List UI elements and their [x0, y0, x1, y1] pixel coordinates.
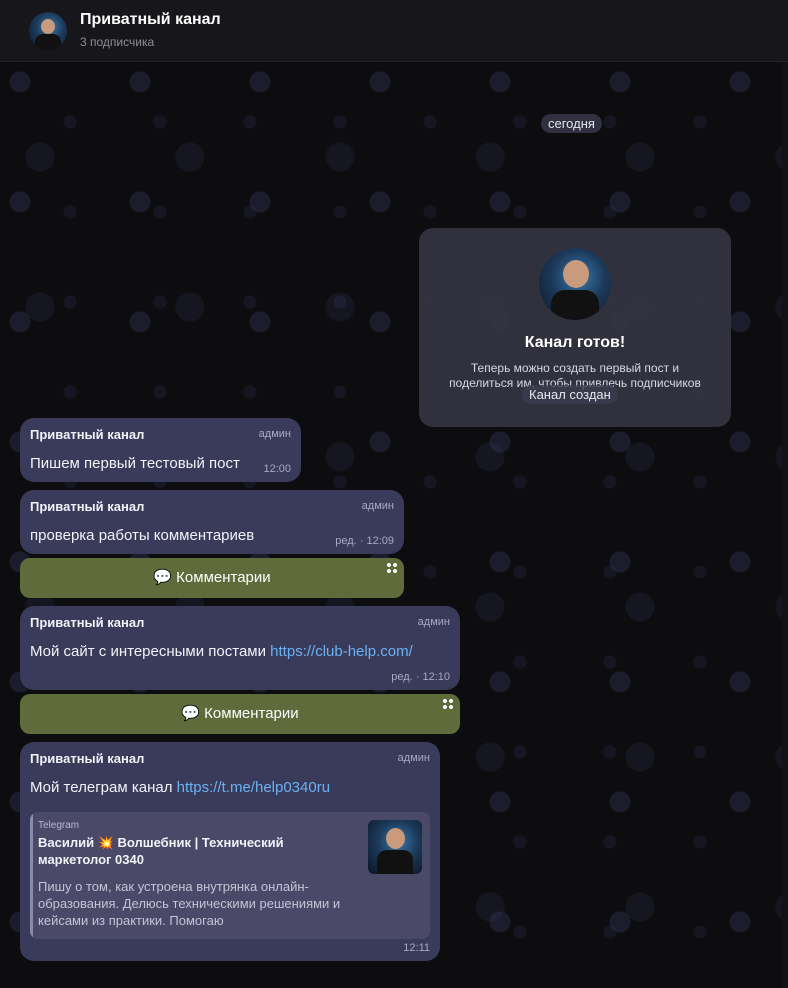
link-preview[interactable]: Telegram Василий 💥 Волшебник | Техническ…: [30, 812, 430, 939]
message-text: Мой телеграм канал https://t.me/help0340…: [30, 779, 330, 796]
message-link[interactable]: https://club-help.com/: [270, 643, 413, 660]
grid-icon: [387, 563, 397, 573]
message-text: проверка работы комментариев: [30, 527, 255, 544]
message-bubble[interactable]: Приватный канал админ Мой телеграм канал…: [20, 742, 440, 961]
message-text: Мой сайт с интересными постами https://c…: [30, 643, 413, 660]
message-author: Приватный канал: [30, 499, 145, 514]
channel-ready-title: Канал готов!: [524, 334, 626, 351]
date-badge: сегодня: [541, 114, 602, 133]
message-author: Приватный канал: [30, 615, 145, 630]
comments-button[interactable]: 💬 Комментарии: [20, 694, 460, 734]
message-text-prefix: Мой телеграм канал: [30, 779, 177, 796]
message-time: ред. · 12:10: [391, 671, 450, 683]
message-time: 12:11: [403, 942, 430, 954]
subscriber-count: 3 подписчика: [80, 35, 155, 49]
message-bubble[interactable]: Приватный канал админ Мой сайт с интерес…: [20, 606, 460, 690]
channel-created-badge: Канал создан: [522, 385, 618, 404]
message-bubble[interactable]: Приватный канал админ проверка работы ко…: [20, 490, 404, 554]
message-role: админ: [361, 500, 394, 512]
message-time: ред. · 12:09: [335, 535, 394, 547]
channel-ready-avatar: [539, 248, 611, 320]
comments-button[interactable]: 💬 Комментарии: [20, 558, 404, 598]
message-text-prefix: Мой сайт с интересными постами: [30, 643, 271, 660]
preview-description: Пишу о том, как устроена внутрянка онлай…: [38, 879, 341, 928]
comments-label: 💬 Комментарии: [153, 569, 271, 586]
comments-label: 💬 Комментарии: [181, 705, 299, 722]
message-role: админ: [258, 428, 291, 440]
message-role: админ: [417, 616, 450, 628]
chat-header: Приватный канал 3 подписчика: [0, 0, 788, 62]
message-time: 12:00: [263, 463, 291, 475]
preview-thumbnail: [368, 820, 422, 874]
channel-avatar[interactable]: [29, 12, 67, 50]
message-bubble[interactable]: Приватный канал админ Пишем первый тесто…: [20, 418, 301, 482]
preview-site-name: Telegram: [38, 820, 80, 831]
scrollbar-track[interactable]: [782, 62, 788, 988]
preview-title: Василий 💥 Волшебник | Технический маркет…: [38, 835, 284, 867]
preview-accent-bar: [30, 812, 33, 939]
message-link[interactable]: https://t.me/help0340ru: [177, 779, 330, 796]
message-author: Приватный канал: [30, 427, 145, 442]
chat-area: сегодня Канал готов! Теперь можно создат…: [0, 62, 788, 988]
message-text: Пишем первый тестовый пост: [30, 455, 240, 472]
message-author: Приватный канал: [30, 751, 145, 766]
message-role: админ: [397, 752, 430, 764]
grid-icon: [443, 699, 453, 709]
channel-title[interactable]: Приватный канал: [80, 11, 221, 29]
